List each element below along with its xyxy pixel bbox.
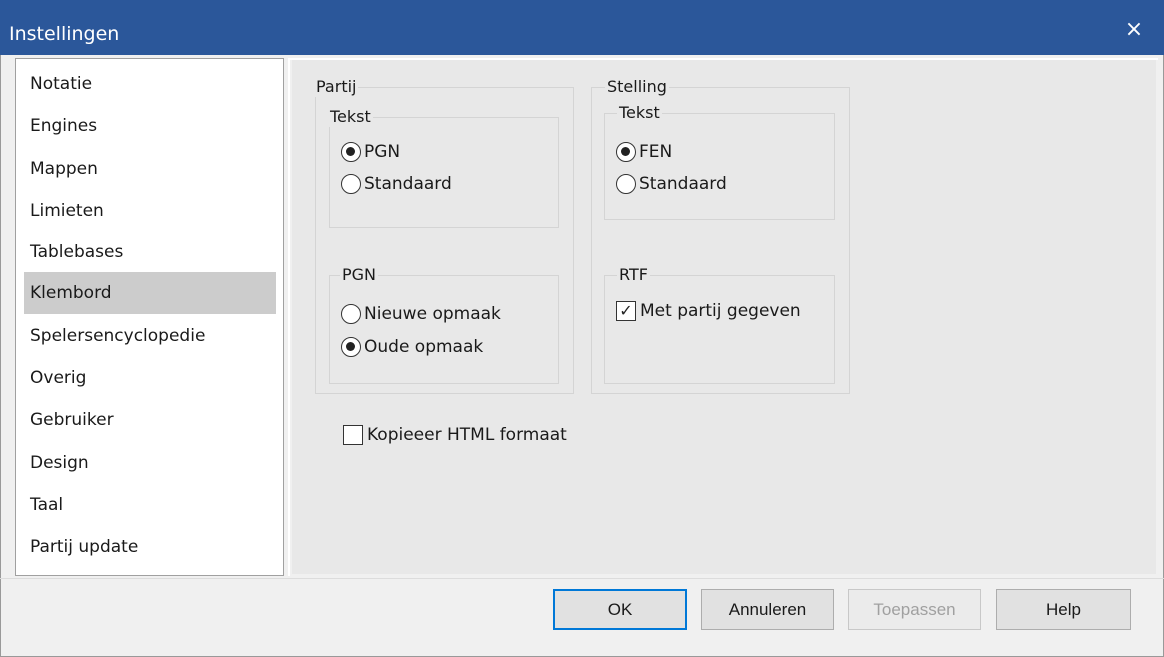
stelling-tekst-group <box>604 113 835 220</box>
stelling-tekst-fen-radio[interactable]: FEN <box>616 140 672 164</box>
close-icon[interactable]: × <box>1104 0 1164 55</box>
partij-tekst-pgn-radio[interactable]: PGN <box>341 140 400 164</box>
kopieeer-html-label: Kopieeer HTML formaat <box>367 425 567 445</box>
partij-group-label: Partij <box>314 77 359 97</box>
sidebar-item-design[interactable]: Design <box>24 442 276 484</box>
partij-pgn-group <box>329 275 559 384</box>
radio-unselected-icon <box>616 174 636 194</box>
sidebar-item-klembord[interactable]: Klembord <box>24 272 276 314</box>
met-partij-gegeven-checkbox[interactable]: ✓ Met partij gegeven <box>616 299 801 323</box>
checkbox-empty-icon <box>343 425 363 445</box>
partij-tekst-standaard-radio[interactable]: Standaard <box>341 172 452 196</box>
stelling-tekst-fen-label: FEN <box>639 142 673 162</box>
annuleren-button[interactable]: Annuleren <box>701 589 834 630</box>
partij-pgn-oude-radio[interactable]: Oude opmaak <box>341 335 483 359</box>
radio-selected-icon <box>341 337 361 357</box>
stelling-rtf-group <box>604 275 835 384</box>
sidebar-item-mappen[interactable]: Mappen <box>24 148 276 190</box>
sidebar-item-overig[interactable]: Overig <box>24 357 276 399</box>
checkmark-icon: ✓ <box>616 301 636 321</box>
sidebar-item-spelersencyclopedie[interactable]: Spelersencyclopedie <box>24 315 276 357</box>
stelling-tekst-standaard-label: Standaard <box>639 174 727 194</box>
stelling-tekst-label: Tekst <box>617 103 662 123</box>
window-title: Instellingen <box>9 23 120 45</box>
partij-tekst-pgn-label: PGN <box>364 142 401 162</box>
help-button[interactable]: Help <box>996 589 1131 630</box>
sidebar-item-engines[interactable]: Engines <box>24 105 276 147</box>
partij-pgn-nieuwe-label: Nieuwe opmaak <box>364 304 501 324</box>
radio-unselected-icon <box>341 304 361 324</box>
partij-pgn-oude-label: Oude opmaak <box>364 337 484 357</box>
radio-selected-icon <box>616 142 636 162</box>
stelling-rtf-label: RTF <box>617 265 650 285</box>
met-partij-gegeven-label: Met partij gegeven <box>640 301 801 321</box>
kopieeer-html-checkbox[interactable]: Kopieeer HTML formaat <box>343 423 567 447</box>
toepassen-button[interactable]: Toepassen <box>848 589 981 630</box>
radio-selected-icon <box>341 142 361 162</box>
sidebar-item-tablebases[interactable]: Tablebases <box>24 231 276 273</box>
partij-tekst-label: Tekst <box>328 107 373 127</box>
partij-tekst-standaard-label: Standaard <box>364 174 452 194</box>
sidebar-item-partij-update[interactable]: Partij update <box>24 526 276 568</box>
stelling-group-label: Stelling <box>605 77 669 97</box>
stelling-tekst-standaard-radio[interactable]: Standaard <box>616 172 727 196</box>
footer-divider <box>0 578 1164 579</box>
sidebar-item-gebruiker[interactable]: Gebruiker <box>24 399 276 441</box>
ok-button[interactable]: OK <box>553 589 687 630</box>
title-bar: Instellingen × <box>0 0 1164 55</box>
radio-unselected-icon <box>341 174 361 194</box>
partij-pgn-nieuwe-radio[interactable]: Nieuwe opmaak <box>341 302 501 326</box>
partij-pgn-label: PGN <box>340 265 379 285</box>
sidebar-item-notatie[interactable]: Notatie <box>24 63 276 105</box>
settings-sidebar: Notatie Engines Mappen Limieten Tablebas… <box>15 58 284 576</box>
sidebar-item-taal[interactable]: Taal <box>24 484 276 526</box>
sidebar-item-limieten[interactable]: Limieten <box>24 190 276 232</box>
